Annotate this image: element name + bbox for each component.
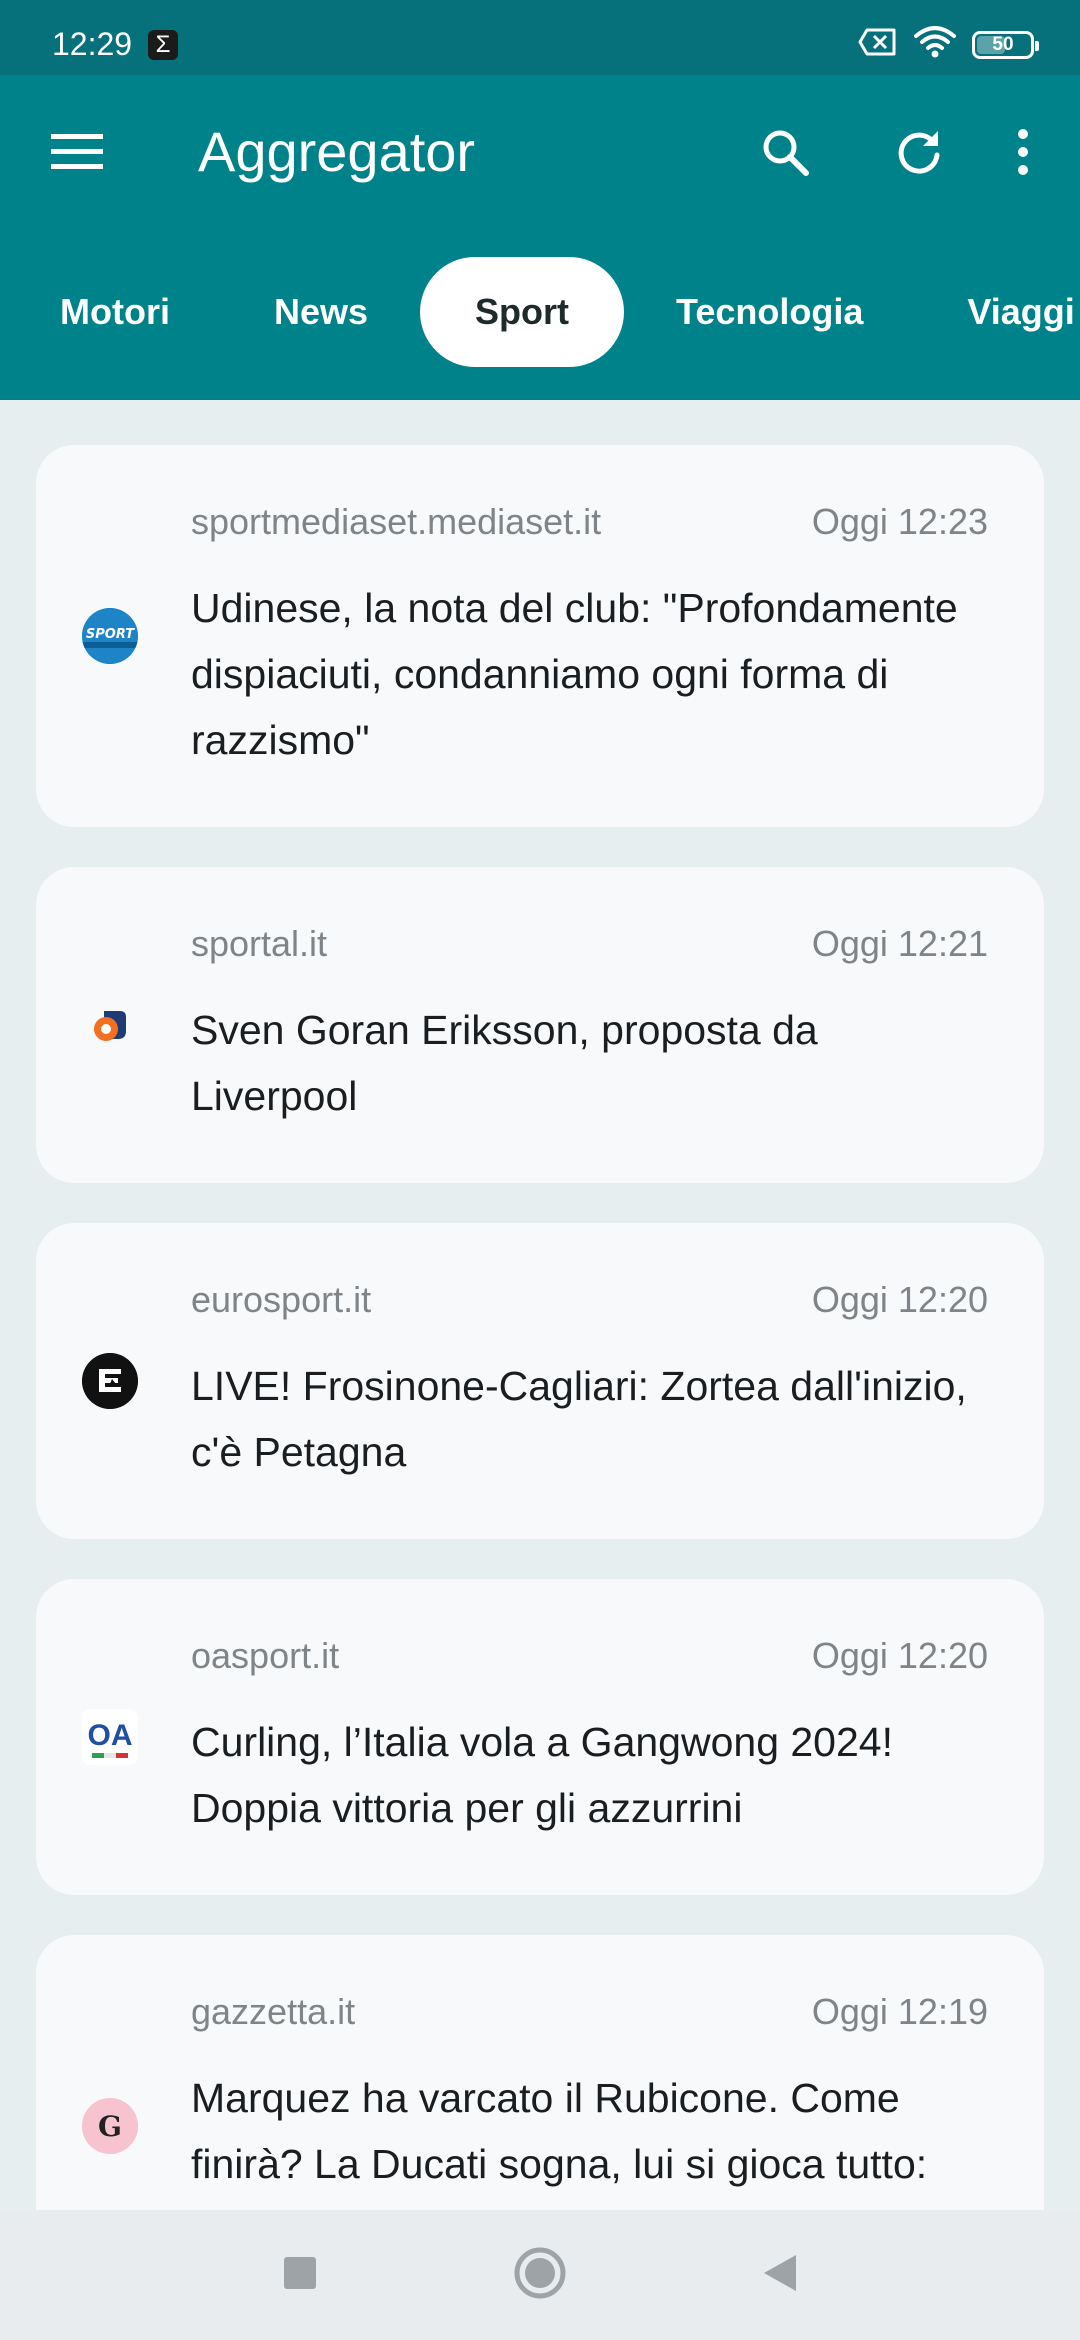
search-button[interactable]	[718, 117, 852, 191]
tab-sport[interactable]: Sport	[420, 257, 625, 367]
back-button[interactable]	[740, 2235, 820, 2315]
wifi-icon	[914, 26, 956, 63]
status-time: 12:29	[52, 26, 133, 62]
menu-icon	[51, 132, 103, 177]
article-time: Oggi 12:19	[811, 1991, 988, 2032]
svg-text:SPORT: SPORT	[86, 627, 135, 642]
app-actions	[718, 117, 1060, 191]
news-card[interactable]: OA oasport.it Oggi 12:20 Curling, l’Ital…	[36, 1579, 1044, 1895]
back-icon	[762, 2253, 798, 2298]
article-source: oasport.it	[191, 1635, 340, 1676]
svg-text:OA: OA	[88, 1719, 133, 1752]
app-bar: Aggregator Motori News Sport Tecnologia …	[0, 75, 1080, 400]
sportal-logo	[82, 997, 138, 1053]
news-feed: SPORT sportmediaset.mediaset.it Oggi 12:…	[36, 445, 1044, 2210]
home-icon	[513, 2246, 567, 2305]
battery-icon: 50	[972, 30, 1039, 59]
search-icon	[760, 127, 810, 182]
tab-viaggi[interactable]: Viaggi	[915, 257, 1080, 367]
article-time: Oggi 12:23	[811, 501, 988, 542]
menu-button[interactable]	[40, 117, 114, 191]
recents-icon	[282, 2255, 318, 2296]
article-source: eurosport.it	[191, 1279, 372, 1320]
more-options-button[interactable]	[986, 117, 1060, 191]
article-headline: Curling, l’Italia vola a Gangwong 2024! …	[191, 1719, 893, 1831]
eurosport-logo	[82, 1353, 138, 1409]
refresh-button[interactable]	[852, 117, 986, 191]
article-source: sportmediaset.mediaset.it	[191, 501, 602, 542]
article-headline: Sven Goran Eriksson, proposta da Liverpo…	[191, 1007, 818, 1119]
tab-news[interactable]: News	[222, 257, 420, 367]
status-icons: 50	[858, 26, 1039, 63]
oasport-logo: OA	[82, 1709, 138, 1765]
article-source: gazzetta.it	[191, 1991, 356, 2032]
article-headline: Udinese, la nota del club: "Profondament…	[191, 585, 958, 763]
gazzetta-logo: G	[82, 2098, 138, 2154]
news-card[interactable]: SPORT sportmediaset.mediaset.it Oggi 12:…	[36, 445, 1044, 827]
battery-level: 50	[992, 33, 1014, 55]
sportmediaset-logo: SPORT	[82, 608, 138, 664]
home-button[interactable]	[500, 2235, 580, 2315]
article-time: Oggi 12:20	[811, 1635, 988, 1676]
system-nav-bar	[0, 2210, 1080, 2340]
news-card[interactable]: sportal.it Oggi 12:21 Sven Goran Eriksso…	[36, 867, 1044, 1183]
no-sim-icon	[858, 27, 898, 62]
news-card[interactable]: G gazzetta.it Oggi 12:19 Marquez ha varc…	[36, 1935, 1044, 2210]
tab-tecnologia[interactable]: Tecnologia	[624, 257, 915, 367]
article-time: Oggi 12:21	[811, 923, 988, 964]
status-bar: 12:29 Σ 50	[0, 0, 1080, 75]
more-vert-icon	[1016, 128, 1030, 181]
article-headline: LIVE! Frosinone-Cagliari: Zortea dall'in…	[191, 1363, 967, 1475]
recents-button[interactable]	[260, 2235, 340, 2315]
news-card[interactable]: eurosport.it Oggi 12:20 LIVE! Frosinone-…	[36, 1223, 1044, 1539]
refresh-icon	[894, 127, 944, 182]
article-source: sportal.it	[191, 923, 328, 964]
app-title: Aggregator	[198, 120, 476, 183]
article-time: Oggi 12:20	[811, 1279, 988, 1320]
svg-text:G: G	[98, 2110, 122, 2143]
tab-motori[interactable]: Motori	[0, 257, 222, 367]
sigma-notification-icon: Σ	[148, 30, 178, 60]
article-headline: Marquez ha varcato il Rubicone. Come fin…	[191, 2075, 928, 2210]
category-tabs: Motori News Sport Tecnologia Viaggi	[0, 257, 1080, 367]
